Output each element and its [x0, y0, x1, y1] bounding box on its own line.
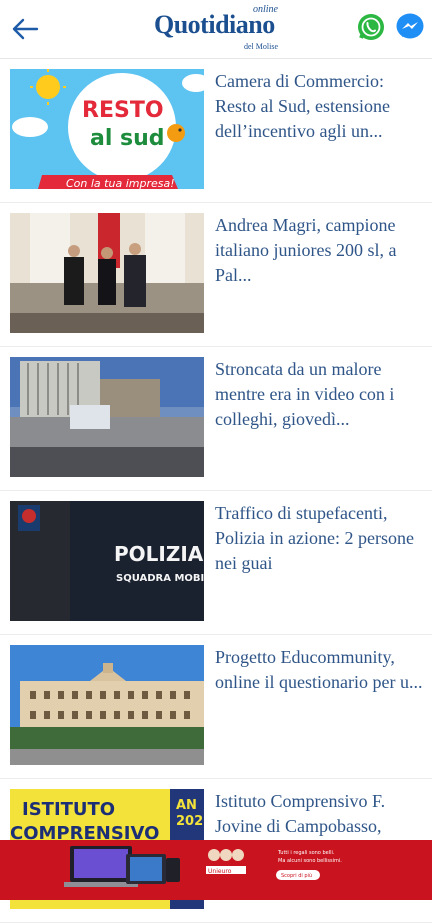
top-app-bar: online Quotidiano del Molise	[0, 0, 432, 59]
site-logo[interactable]: online Quotidiano del Molise	[150, 4, 280, 52]
ad-brand-text: Unieuro	[208, 868, 232, 875]
article-thumbnail: POLIZIA SQUADRA MOBILE	[10, 501, 204, 621]
image-text-year: 202	[176, 814, 203, 829]
article-thumbnail	[10, 357, 204, 477]
messenger-icon[interactable]	[395, 12, 425, 42]
image-text-squadra: SQUADRA MOBILE	[116, 573, 204, 584]
logo-main-text: Quotidiano	[154, 10, 275, 39]
ad-text-line1: Tutti i regali sono belli.	[277, 850, 335, 856]
article-title[interactable]: Traffico di stupefacenti, Polizia in azi…	[215, 501, 423, 576]
whatsapp-icon[interactable]	[356, 12, 386, 42]
article-title[interactable]: Progetto Educommunity, online il questio…	[215, 645, 423, 695]
logo-sub-text: del Molise	[244, 42, 278, 51]
article-item[interactable]: RESTO al sud Con la tua impresa! Camera …	[0, 59, 432, 203]
article-title[interactable]: Istituto Comprensivo F. Jovine di Campob…	[215, 789, 423, 839]
image-text-alsud: al sud	[90, 126, 165, 151]
ad-cta-label: Scopri di più	[281, 872, 312, 879]
article-list: RESTO al sud Con la tua impresa! Camera …	[0, 59, 432, 923]
article-thumbnail: RESTO al sud Con la tua impresa!	[10, 69, 204, 189]
article-item[interactable]: Andrea Magri, campione italiano juniores…	[0, 203, 432, 347]
image-text-polizia: POLIZIA	[114, 542, 204, 566]
ad-text-line2: Ma alcuni sono bellissimi.	[278, 858, 342, 864]
back-arrow-icon[interactable]	[8, 12, 42, 46]
image-text-resto: RESTO	[82, 98, 164, 123]
image-text-istituto: ISTITUTO	[22, 799, 115, 820]
article-item[interactable]: Progetto Educommunity, online il questio…	[0, 635, 432, 779]
article-thumbnail	[10, 645, 204, 765]
article-title[interactable]: Stroncata da un malore mentre era in vid…	[215, 357, 423, 432]
article-title[interactable]: Camera di Commercio: Resto al Sud, esten…	[215, 69, 423, 144]
image-text-tagline: Con la tua impresa!	[66, 177, 175, 189]
image-text-anno: AN	[176, 798, 197, 813]
article-item[interactable]: Stroncata da un malore mentre era in vid…	[0, 347, 432, 491]
article-thumbnail	[10, 213, 204, 333]
article-title[interactable]: Andrea Magri, campione italiano juniores…	[215, 213, 423, 288]
ad-banner[interactable]: Unieuro Tutti i regali sono belli. Ma al…	[0, 840, 432, 900]
article-item[interactable]: POLIZIA SQUADRA MOBILE Traffico di stupe…	[0, 491, 432, 635]
